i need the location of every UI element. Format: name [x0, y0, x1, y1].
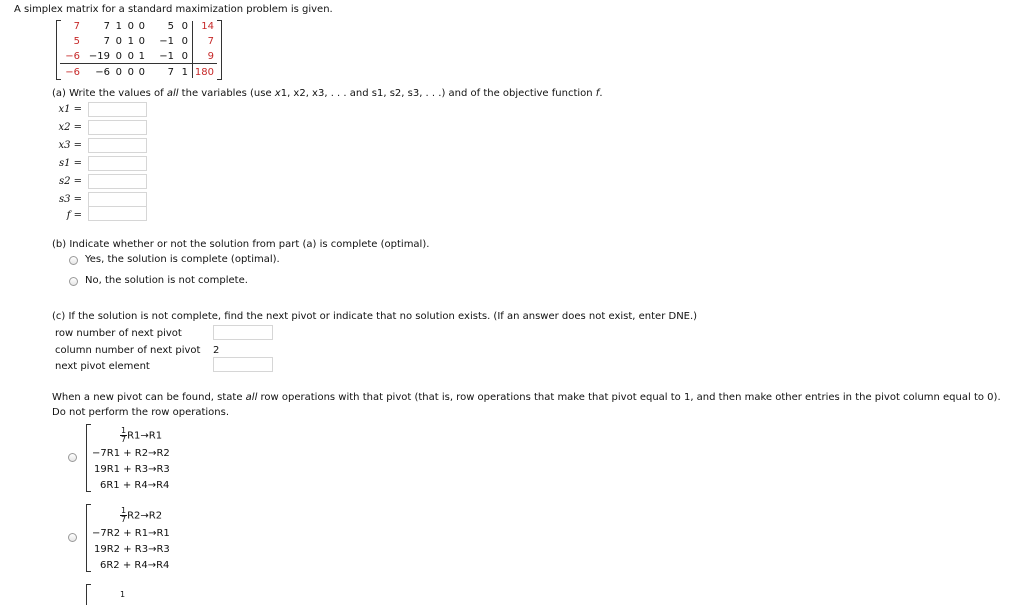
label-s1: s1 = [58, 158, 82, 169]
pivot-element-input[interactable] [213, 357, 273, 372]
row-ops-prompt: When a new pivot can be found, state all… [52, 392, 1001, 403]
matrix-cell-r4-c1: −6 [65, 67, 80, 78]
problem-intro: A simplex matrix for a standard maximiza… [14, 4, 333, 15]
row-pivot-label: row number of next pivot [55, 328, 182, 339]
matrix-cell-r3-c1: −6 [65, 51, 80, 62]
row-ops-prompt-text-1: When a new pivot can be found, state [52, 392, 246, 403]
s3-input[interactable] [88, 192, 147, 207]
part-a-prompt-all: all [166, 88, 179, 99]
part-b-prompt: (b) Indicate whether or not the solution… [52, 239, 430, 250]
choice-2-line-3: 19R2 + R3→R3 [94, 544, 170, 555]
col-pivot-label: column number of next pivot [55, 345, 201, 356]
choice-3-partial: 1 [120, 590, 126, 599]
choice-2-line-2: −7R2 + R1→R1 [92, 528, 170, 539]
label-x1: x1 = [58, 104, 82, 115]
part-c-prompt: (c) If the solution is not complete, fin… [52, 311, 698, 322]
row-ops-choice-1-radio[interactable] [68, 453, 77, 462]
choice-2-line-4: 6R2 + R4→R4 [100, 560, 170, 571]
option-yes-label[interactable]: Yes, the solution is complete (optimal). [85, 254, 280, 265]
row-pivot-input[interactable] [213, 325, 273, 340]
radio-not-complete[interactable] [69, 277, 78, 286]
matrix-cell-r3-c5: 1 [138, 51, 145, 62]
choice-1-bracket [86, 424, 91, 492]
part-a-prompt-text-3: 1, x2, x3, . . . and s1, s2, s3, . . .) … [280, 88, 596, 99]
pivot-element-label: next pivot element [55, 361, 150, 372]
label-x2: x2 = [58, 122, 82, 133]
matrix-cell-r4-c8: 180 [194, 67, 214, 78]
s1-input[interactable] [88, 156, 147, 171]
matrix-cell-r2-c8: 7 [207, 36, 214, 47]
matrix-cell-r1-c5: 0 [138, 21, 145, 32]
radio-yes-complete[interactable] [69, 256, 78, 265]
f-input[interactable] [88, 206, 147, 221]
row-ops-prompt-text-2: row operations with that pivot (that is,… [257, 392, 1001, 403]
row-ops-prompt-all: all [245, 392, 258, 403]
matrix-cell-r1-c1: 7 [73, 21, 80, 32]
choice-3-bracket [86, 584, 91, 605]
label-x3: x3 = [58, 140, 82, 151]
matrix-objective-divider [60, 63, 217, 64]
matrix-cell-r2-c1: 5 [73, 36, 80, 47]
choice-2-line-1: 1 7 R2→R2 [120, 506, 163, 524]
col-pivot-value: 2 [213, 345, 220, 356]
label-s3: s3 = [58, 194, 82, 205]
s2-input[interactable] [88, 174, 147, 189]
choice-1-line-4: 6R1 + R4→R4 [100, 480, 170, 491]
label-s2: s2 = [58, 176, 82, 187]
matrix-cell-r4-c5: 0 [138, 67, 145, 78]
x1-input[interactable] [88, 102, 147, 117]
x3-input[interactable] [88, 138, 147, 153]
row-ops-choice-2-radio[interactable] [68, 533, 77, 542]
part-a-prompt: (a) Write the values of all the variable… [52, 88, 603, 99]
x2-input[interactable] [88, 120, 147, 135]
part-a-prompt-text-4: . [599, 88, 603, 99]
label-f: f = [66, 210, 82, 221]
part-a-prompt-text-2: the variables (use [178, 88, 275, 99]
matrix-right-bracket [217, 20, 222, 80]
choice-2-bracket [86, 504, 91, 572]
option-no-label[interactable]: No, the solution is not complete. [85, 275, 248, 286]
matrix-cell-r1-c8: 14 [201, 21, 214, 32]
choice-1-line-3: 19R1 + R3→R3 [94, 464, 170, 475]
matrix-cell-r2-c5: 0 [138, 36, 145, 47]
choice-1-line-2: −7R1 + R2→R2 [92, 448, 170, 459]
matrix-cell-r3-c8: 9 [207, 51, 214, 62]
part-a-prompt-text-1: (a) Write the values of [52, 88, 167, 99]
choice-1-line-1: 1 7 R1→R1 [120, 426, 163, 444]
row-ops-note: Do not perform the row operations. [52, 407, 230, 418]
